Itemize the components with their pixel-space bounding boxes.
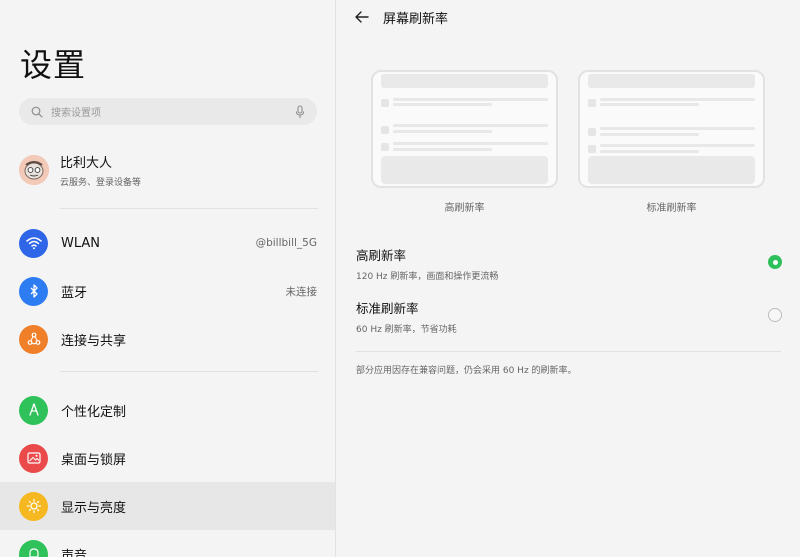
sidebar-item-label: 显示与亮度 [61, 500, 127, 516]
bluetooth-icon [19, 276, 48, 306]
preview-line [600, 98, 755, 101]
preview-dot [588, 128, 596, 136]
preview-line [600, 127, 755, 130]
option-high-refresh[interactable]: 高刷新率 120 Hz 刷新率，画面和操作更流畅 [356, 245, 782, 285]
share-icon [19, 324, 48, 354]
sidebar-item-sound[interactable]: 声音 [0, 530, 335, 557]
preview-dot [381, 126, 389, 134]
divider [60, 208, 318, 209]
detail-pane: 屏幕刷新率 高刷新率 标准刷新率 高刷新率 120 Hz 刷新率，画面和操作更流… [337, 0, 800, 557]
preview-dot [588, 99, 596, 107]
divider [60, 371, 318, 372]
preview-line [600, 144, 755, 147]
settings-sidebar: 设置 搜索设置项 比利大人 云服务、登录设备等 WLAN @billbill_5… [0, 0, 336, 557]
preview-dot [588, 145, 596, 153]
preview-label: 标准刷新率 [646, 203, 697, 214]
preview-line [600, 103, 699, 106]
sidebar-item-label: 蓝牙 [61, 285, 88, 301]
preview-line [393, 148, 492, 151]
preview-footer [588, 156, 755, 184]
divider [356, 351, 781, 352]
account-entry[interactable]: 比利大人 云服务、登录设备等 [19, 152, 141, 188]
compatibility-note: 部分应用因存在兼容问题，仍会采用 60 Hz 的刷新率。 [356, 366, 577, 376]
avatar [19, 155, 49, 185]
bell-icon [19, 539, 48, 557]
sidebar-item-label: 个性化定制 [61, 404, 127, 420]
preview-line [393, 98, 548, 101]
search-input[interactable]: 搜索设置项 [51, 104, 293, 119]
sun-icon [19, 491, 48, 521]
radio-high-refresh[interactable] [768, 255, 782, 269]
preview-line [393, 103, 492, 106]
option-standard-refresh[interactable]: 标准刷新率 60 Hz 刷新率，节省功耗 [356, 298, 782, 338]
sidebar-item-bluetooth[interactable]: 蓝牙 未连接 [0, 267, 335, 315]
brush-icon [19, 395, 48, 425]
preview-standard-refresh[interactable] [578, 70, 765, 188]
search-icon [29, 104, 45, 120]
radio-dot [772, 259, 778, 265]
preview-line [600, 150, 699, 153]
microphone-icon[interactable] [293, 104, 307, 120]
sidebar-item-wlan[interactable]: WLAN @billbill_5G [0, 219, 335, 267]
preview-line [600, 133, 699, 136]
sidebar-item-label: 声音 [61, 548, 88, 557]
sidebar-item-value: @billbill_5G [255, 237, 317, 249]
back-arrow-icon[interactable] [355, 10, 369, 24]
radio-standard-refresh[interactable] [768, 308, 782, 322]
sidebar-item-share[interactable]: 连接与共享 [0, 315, 335, 363]
sidebar-item-label: 连接与共享 [61, 333, 127, 349]
sidebar-item-display[interactable]: 显示与亮度 [0, 482, 335, 530]
preview-footer [381, 156, 548, 184]
preview-dot [381, 99, 389, 107]
option-title: 标准刷新率 [356, 301, 419, 316]
preview-line [393, 130, 492, 133]
image-icon [19, 443, 48, 473]
preview-bar [588, 74, 755, 88]
account-name: 比利大人 [60, 156, 113, 171]
account-subtitle: 云服务、登录设备等 [60, 178, 142, 188]
detail-title: 屏幕刷新率 [383, 11, 449, 27]
sidebar-item-value: 未连接 [285, 285, 318, 298]
sidebar-item-label: 桌面与锁屏 [61, 452, 127, 468]
sidebar-item-label: WLAN [61, 235, 101, 251]
page-title: 设置 [20, 46, 87, 84]
option-subtitle: 60 Hz 刷新率，节省功耗 [356, 325, 457, 335]
wifi-icon [19, 228, 48, 258]
sidebar-item-desktop[interactable]: 桌面与锁屏 [0, 434, 335, 482]
sidebar-item-personalize[interactable]: 个性化定制 [0, 386, 335, 434]
option-title: 高刷新率 [356, 248, 407, 263]
preview-label: 高刷新率 [444, 203, 485, 214]
preview-high-refresh[interactable] [371, 70, 558, 188]
preview-line [393, 124, 548, 127]
preview-bar [381, 74, 548, 88]
option-subtitle: 120 Hz 刷新率，画面和操作更流畅 [356, 272, 499, 282]
preview-dot [381, 143, 389, 151]
preview-line [393, 142, 548, 145]
header: 屏幕刷新率 [355, 8, 449, 27]
search-bar[interactable]: 搜索设置项 [19, 98, 317, 125]
